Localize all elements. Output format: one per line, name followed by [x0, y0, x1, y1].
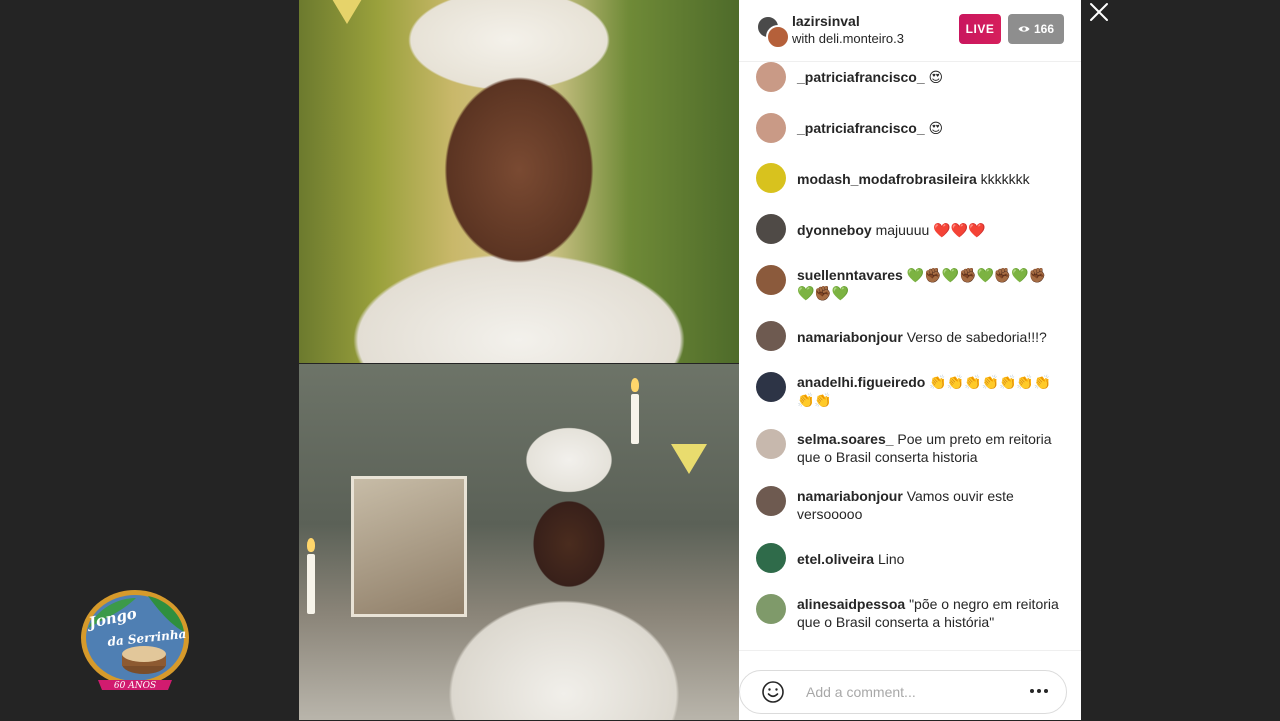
avatar[interactable]	[756, 429, 786, 459]
avatar[interactable]	[756, 372, 786, 402]
comment-username[interactable]: suellenntavares	[797, 267, 903, 283]
more-icon[interactable]	[1030, 689, 1048, 695]
comment-input[interactable]	[806, 682, 1006, 702]
comment-text: Verso de sabedoria!!!?	[906, 329, 1047, 345]
avatar[interactable]	[756, 214, 786, 244]
viewer-count-badge[interactable]: 166	[1008, 14, 1064, 44]
avatar[interactable]	[756, 62, 786, 92]
host-username[interactable]: lazirsinval	[792, 13, 860, 29]
avatar	[766, 25, 790, 49]
avatar[interactable]	[756, 321, 786, 351]
jongo-da-serrinha-logo: Jongo da Serrinha 60 ANOS	[81, 590, 189, 691]
avatar[interactable]	[756, 113, 786, 143]
video-feed-guest	[299, 364, 739, 720]
comment-username[interactable]: selma.soares_	[797, 431, 894, 447]
live-header: lazirsinval with deli.monteiro.3 LIVE 16…	[739, 0, 1081, 62]
comment-text: 😍	[928, 120, 944, 136]
avatar[interactable]	[756, 163, 786, 193]
comment-box[interactable]	[739, 670, 1067, 714]
comment-username[interactable]: dyonneboy	[797, 222, 872, 238]
smiley-icon[interactable]	[762, 681, 784, 703]
comment-composer	[739, 650, 1081, 721]
live-panel: lazirsinval with deli.monteiro.3 LIVE 16…	[739, 0, 1081, 720]
comment-username[interactable]: modash_modafrobrasileira	[797, 171, 977, 187]
comment-username[interactable]: namariabonjour	[797, 488, 903, 504]
video-feed-host	[299, 0, 739, 363]
close-icon[interactable]	[1089, 2, 1109, 22]
avatar[interactable]	[756, 265, 786, 295]
comment-username[interactable]: etel.oliveira	[797, 551, 874, 567]
logo-years: 60 ANOS	[114, 681, 156, 691]
candle	[631, 394, 639, 444]
eye-icon	[1018, 26, 1030, 32]
guest-label[interactable]: with deli.monteiro.3	[792, 31, 904, 46]
candle	[307, 554, 315, 614]
candle-flame	[631, 378, 639, 392]
viewer-count: 166	[1033, 22, 1055, 36]
avatar[interactable]	[756, 594, 786, 624]
avatar[interactable]	[756, 486, 786, 516]
comment-text: Lino	[877, 551, 905, 567]
comment-username[interactable]: namariabonjour	[797, 329, 903, 345]
comment-text: kkkkkkk	[980, 171, 1030, 187]
comment-username[interactable]: _patriciafrancisco_	[797, 69, 925, 85]
comment-text: majuuuu ❤️❤️❤️	[875, 222, 986, 238]
comment-username[interactable]: _patriciafrancisco_	[797, 120, 925, 136]
comment-text: 😍	[928, 69, 944, 85]
comment-username[interactable]: alinesaidpessoa	[797, 596, 905, 612]
decoration	[329, 0, 365, 24]
decoration	[671, 444, 707, 474]
comment-username[interactable]: anadelhi.figueiredo	[797, 374, 925, 390]
host-avatars[interactable]	[756, 15, 790, 49]
framed-photo	[351, 476, 467, 617]
comment-list[interactable]: _patriciafrancisco_ 😍 _patriciafrancisco…	[739, 62, 1081, 650]
avatar[interactable]	[756, 543, 786, 573]
live-badge: LIVE	[959, 14, 1001, 44]
candle-flame	[307, 538, 315, 552]
